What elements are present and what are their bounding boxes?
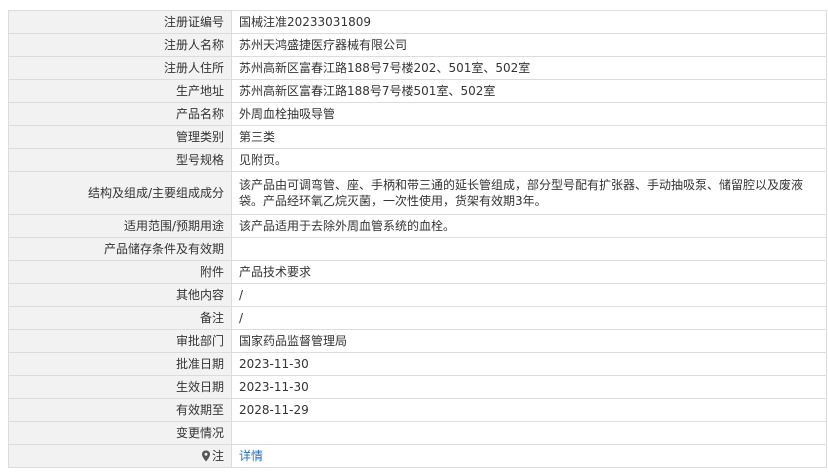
registration-detail-table: 注册证编号 国械注准20233031809 注册人名称 苏州天鸿盛捷医疗器械有限… xyxy=(8,10,827,468)
row-value: 苏州天鸿盛捷医疗器械有限公司 xyxy=(231,33,827,57)
table-row: 产品储存条件及有效期 xyxy=(8,237,827,261)
row-value: 苏州高新区富春江路188号7号楼202、501室、502室 xyxy=(231,56,827,80)
row-value: 见附页。 xyxy=(231,148,827,172)
row-label: 注册人名称 xyxy=(8,33,232,57)
row-value xyxy=(231,421,827,445)
table-row: 适用范围/预期用途 该产品适用于去除外周血管系统的血栓。 xyxy=(8,214,827,238)
table-row: 附件 产品技术要求 xyxy=(8,260,827,284)
table-row: 其他内容 / xyxy=(8,283,827,307)
table-row: 生效日期 2023-11-30 xyxy=(8,375,827,399)
row-label: 适用范围/预期用途 xyxy=(8,214,232,238)
table-row: 管理类别 第三类 xyxy=(8,125,827,149)
row-value: 国械注准20233031809 xyxy=(231,10,827,34)
row-value: 第三类 xyxy=(231,125,827,149)
row-label: 审批部门 xyxy=(8,329,232,353)
table-row: 变更情况 xyxy=(8,421,827,445)
row-label: 注册证编号 xyxy=(8,10,232,34)
table-row: 注册证编号 国械注准20233031809 xyxy=(8,10,827,34)
pin-icon xyxy=(201,450,210,462)
row-value: 2028-11-29 xyxy=(231,398,827,422)
details-link[interactable]: 详情 xyxy=(239,449,263,463)
row-value: 外周血栓抽吸导管 xyxy=(231,102,827,126)
row-label: 型号规格 xyxy=(8,148,232,172)
table-row: 审批部门 国家药品监督管理局 xyxy=(8,329,827,353)
table-row: 产品名称 外周血栓抽吸导管 xyxy=(8,102,827,126)
row-label: 管理类别 xyxy=(8,125,232,149)
page: 注册证编号 国械注准20233031809 注册人名称 苏州天鸿盛捷医疗器械有限… xyxy=(0,0,828,475)
table-row: 批准日期 2023-11-30 xyxy=(8,352,827,376)
row-label: 变更情况 xyxy=(8,421,232,445)
row-value: 2023-11-30 xyxy=(231,375,827,399)
row-label: 结构及组成/主要组成成分 xyxy=(8,171,232,215)
table-row: 注册人名称 苏州天鸿盛捷医疗器械有限公司 xyxy=(8,33,827,57)
note-row: 注 详情 xyxy=(8,444,827,468)
row-value: / xyxy=(231,306,827,330)
row-label: 有效期至 xyxy=(8,398,232,422)
row-label: 备注 xyxy=(8,306,232,330)
row-label: 生产地址 xyxy=(8,79,232,103)
note-value-cell: 详情 xyxy=(231,444,827,468)
row-value: / xyxy=(231,283,827,307)
table-row: 注册人住所 苏州高新区富春江路188号7号楼202、501室、502室 xyxy=(8,56,827,80)
table-row: 生产地址 苏州高新区富春江路188号7号楼501室、502室 xyxy=(8,79,827,103)
table-row: 结构及组成/主要组成成分 该产品由可调弯管、座、手柄和带三通的延长管组成，部分型… xyxy=(8,171,827,215)
table-row: 型号规格 见附页。 xyxy=(8,148,827,172)
table-row: 备注 / xyxy=(8,306,827,330)
table-row: 有效期至 2028-11-29 xyxy=(8,398,827,422)
row-value: 苏州高新区富春江路188号7号楼501室、502室 xyxy=(231,79,827,103)
row-label: 注册人住所 xyxy=(8,56,232,80)
row-value: 产品技术要求 xyxy=(231,260,827,284)
note-label: 注 xyxy=(211,449,224,463)
note-label-cell: 注 xyxy=(8,444,232,468)
row-label: 产品名称 xyxy=(8,102,232,126)
row-label: 产品储存条件及有效期 xyxy=(8,237,232,261)
row-label: 附件 xyxy=(8,260,232,284)
row-value xyxy=(231,237,827,261)
row-label: 批准日期 xyxy=(8,352,232,376)
row-value: 2023-11-30 xyxy=(231,352,827,376)
row-label: 其他内容 xyxy=(8,283,232,307)
row-value: 该产品由可调弯管、座、手柄和带三通的延长管组成，部分型号配有扩张器、手动抽吸泵、… xyxy=(231,171,827,215)
row-value: 该产品适用于去除外周血管系统的血栓。 xyxy=(231,214,827,238)
row-value: 国家药品监督管理局 xyxy=(231,329,827,353)
row-label: 生效日期 xyxy=(8,375,232,399)
